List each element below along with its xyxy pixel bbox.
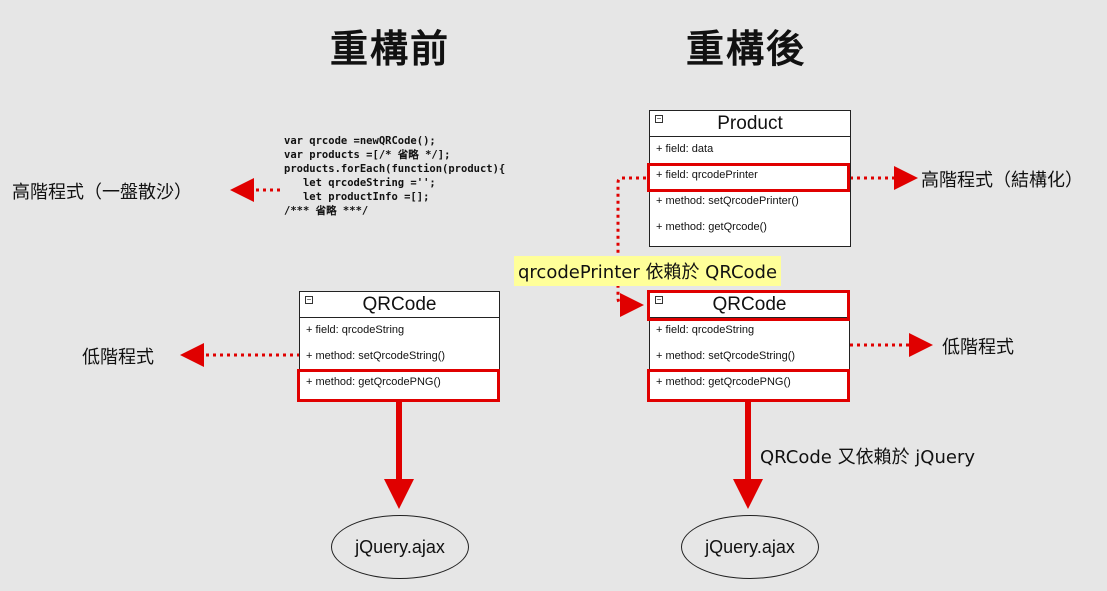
before-highlight-getqrcodepng	[297, 369, 500, 402]
after-highlight-qrcode-header	[647, 290, 850, 321]
after-highlight-qrcodeprinter	[647, 163, 850, 192]
code-line: /*** 省略 ***/	[284, 205, 369, 217]
before-low-label: 低階程式	[82, 347, 154, 368]
code-line: var qrcode =newQRCode();	[284, 135, 436, 147]
code-line: products.forEach(function(product){	[284, 163, 506, 175]
class-row: + method: setQrcodeString()	[656, 350, 796, 362]
class-row: + field: data	[656, 143, 714, 155]
after-highlight-getqrcodepng	[647, 369, 850, 402]
after-high-label: 高階程式（結構化）	[921, 170, 1083, 191]
before-jquery-ajax-ellipse: jQuery.ajax	[331, 515, 469, 579]
dependency-note: qrcodePrinter 依賴於 QRCode	[514, 256, 782, 286]
after-low-label: 低階程式	[942, 337, 1014, 358]
class-name: Product	[650, 111, 850, 137]
class-row: + field: qrcodeString	[306, 324, 405, 336]
after-jquery-ajax-ellipse: jQuery.ajax	[681, 515, 819, 579]
connector-layer	[180, 166, 933, 509]
class-row: + field: qrcodeString	[656, 324, 755, 336]
code-line: let qrcodeString ='';	[284, 177, 436, 189]
code-line: var products =[/* 省略 */];	[284, 149, 451, 161]
code-line: let productInfo =[];	[284, 191, 430, 203]
class-row: + method: setQrcodeString()	[306, 350, 446, 362]
class-row: + method: getQrcode()	[656, 221, 767, 233]
jquery-dependency-note: QRCode 又依賴於 jQuery	[760, 447, 976, 468]
class-name: QRCode	[300, 292, 499, 318]
before-code-block: var qrcode =newQRCode(); var products =[…	[284, 134, 505, 218]
before-high-label: 高階程式（一盤散沙）	[12, 182, 192, 203]
class-row: + method: setQrcodePrinter()	[656, 195, 799, 207]
